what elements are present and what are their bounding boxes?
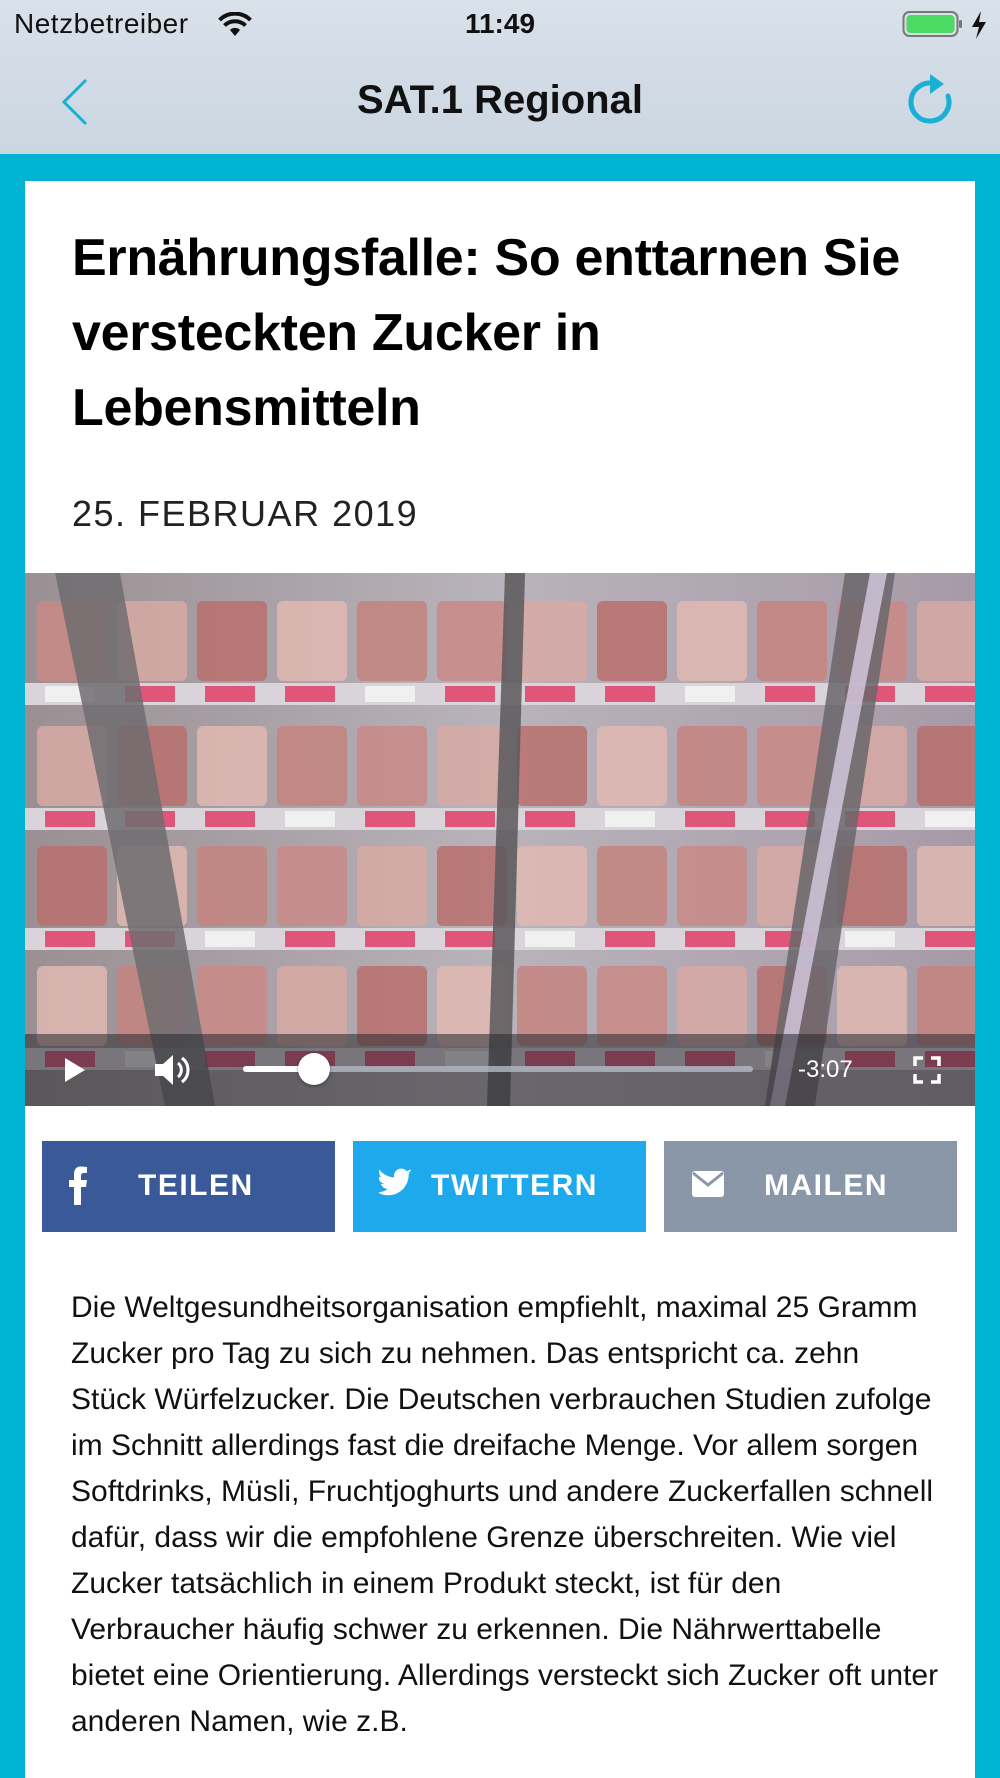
fullscreen-button[interactable]	[913, 1056, 941, 1089]
top-bar-background: Netzbetreiber 11:49 SAT.1 Regional	[0, 0, 1000, 154]
facebook-share-button[interactable]: TEILEN	[42, 1141, 335, 1232]
article-body: Die Weltgesundheitsorganisation empfiehl…	[71, 1291, 939, 1738]
facebook-share-label: TEILEN	[138, 1169, 254, 1202]
navigation-bar: SAT.1 Regional	[0, 50, 1000, 154]
envelope-icon	[692, 1171, 724, 1205]
video-scrubber[interactable]	[243, 1053, 753, 1085]
scrubber-knob[interactable]	[298, 1053, 331, 1085]
status-time: 11:49	[464, 8, 536, 39]
twitter-share-label: TWITTERN	[431, 1169, 598, 1202]
status-bar: Netzbetreiber 11:49	[0, 0, 1000, 50]
refresh-icon	[908, 74, 952, 124]
facebook-icon	[68, 1165, 88, 1213]
article-headline: Ernährungsfalle: So enttarnen Sie verste…	[72, 229, 901, 437]
video-frame	[25, 573, 975, 1106]
charging-bolt-icon	[970, 10, 988, 47]
volume-button[interactable]	[153, 1052, 193, 1093]
page-title: SAT.1 Regional	[357, 78, 643, 122]
twitter-share-button[interactable]: TWITTERN	[353, 1141, 646, 1232]
fullscreen-icon	[913, 1056, 941, 1084]
refresh-button[interactable]	[904, 72, 960, 132]
time-remaining: -3:07	[798, 1056, 853, 1083]
play-button[interactable]	[63, 1056, 87, 1089]
share-buttons: TEILEN TWITTERN MAILEN	[42, 1141, 958, 1232]
battery-icon	[902, 10, 964, 45]
play-icon	[65, 1058, 85, 1082]
mail-share-label: MAILEN	[764, 1169, 888, 1202]
video-player[interactable]: -3:07	[25, 573, 975, 1106]
video-controls: -3:07	[25, 1034, 975, 1106]
article-card: Ernährungsfalle: So enttarnen Sie verste…	[25, 181, 975, 1778]
twitter-icon	[377, 1168, 413, 1206]
mail-share-button[interactable]: MAILEN	[664, 1141, 957, 1232]
volume-icon	[155, 1055, 190, 1085]
article-date: 25. FEBRUAR 2019	[72, 493, 419, 534]
